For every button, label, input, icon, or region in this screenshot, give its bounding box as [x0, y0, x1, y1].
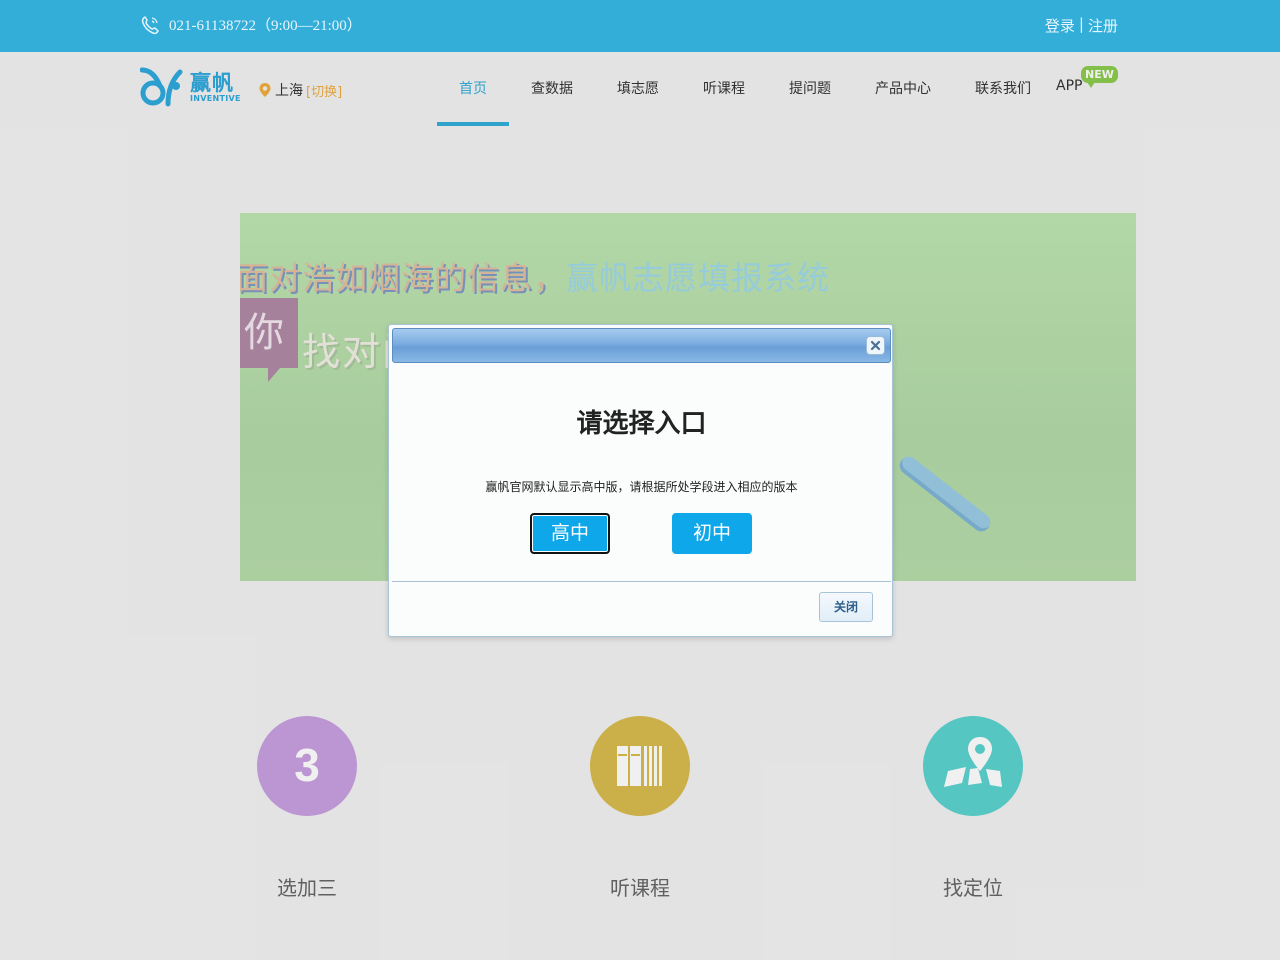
auth-links: 登录 | 注册	[1045, 15, 1118, 36]
nav-item-contact[interactable]: 联系我们	[953, 52, 1053, 126]
login-link[interactable]: 登录	[1045, 15, 1075, 36]
nav-item-home[interactable]: 首页	[437, 52, 509, 126]
high-school-button[interactable]: 高中	[530, 513, 610, 554]
site-logo[interactable]: 赢帆 INVENTIVE	[140, 66, 241, 108]
banner-headline-part1: 面对浩如烟海的信息，	[240, 259, 567, 297]
feature-label: 选加三	[277, 876, 337, 900]
nav-item-courses[interactable]: 听课程	[681, 52, 767, 126]
middle-school-button[interactable]: 初中	[672, 513, 752, 554]
svg-text:3: 3	[294, 739, 320, 791]
phone-icon	[141, 15, 159, 34]
location-pin-icon	[259, 83, 271, 97]
feature-row: 3 选加三 听课程 找定位	[0, 700, 1280, 920]
nav-item-questions[interactable]: 提问题	[767, 52, 853, 126]
nav-item-volunteer[interactable]: 填志愿	[595, 52, 681, 126]
top-bar: 021-61138722（9:00—21:00） 登录 | 注册	[0, 0, 1280, 52]
feature-select-subjects[interactable]: 3 选加三	[207, 716, 407, 901]
dialog-message: 赢帆官网默认显示高中版，请根据所处学段进入相应的版本	[485, 480, 798, 494]
dialog-title: 请选择入口	[576, 409, 707, 439]
map-pin-icon	[923, 716, 1023, 816]
number-3-icon: 3	[257, 716, 357, 816]
nav-item-app[interactable]: APP NEW	[1053, 52, 1123, 126]
feature-positioning[interactable]: 找定位	[873, 716, 1073, 901]
logo-name-en: INVENTIVE	[190, 94, 241, 103]
register-link[interactable]: 注册	[1088, 15, 1118, 36]
main-navbar: 赢帆 INVENTIVE 上海 [切换] 首页 查数据 填志愿 听课程 提问题 …	[0, 52, 1280, 126]
city-name: 上海	[275, 83, 303, 99]
dialog-divider	[392, 581, 891, 582]
banner-speech-bubble: 你	[240, 298, 298, 382]
entry-select-dialog: 请选择入口 赢帆官网默认显示高中版，请根据所处学段进入相应的版本 高中 初中 关…	[388, 324, 893, 637]
auth-separator: |	[1078, 15, 1084, 33]
banner-headline: 面对浩如烟海的信息，赢帆志愿填报系统	[240, 253, 830, 299]
city-selector: 上海 [切换]	[258, 80, 342, 100]
books-icon	[590, 716, 690, 816]
dialog-close-icon[interactable]	[866, 336, 885, 355]
nav-item-data[interactable]: 查数据	[509, 52, 595, 126]
feature-label: 找定位	[943, 876, 1003, 900]
logo-mark-icon	[140, 67, 183, 107]
city-switch-link[interactable]: [切换]	[306, 81, 342, 100]
nav-menu: 首页 查数据 填志愿 听课程 提问题 产品中心 联系我们 APP NEW	[437, 52, 1123, 126]
dialog-close-button[interactable]: 关闭	[819, 592, 873, 622]
contact-phone: 021-61138722（9:00—21:00）	[140, 14, 362, 35]
nav-item-products[interactable]: 产品中心	[853, 52, 953, 126]
feature-courses[interactable]: 听课程	[540, 716, 740, 901]
banner-pencil-graphic	[896, 453, 994, 535]
dialog-titlebar[interactable]	[392, 328, 891, 363]
feature-label: 听课程	[610, 876, 670, 900]
new-badge: NEW	[1081, 66, 1118, 88]
banner-headline-part2: 赢帆志愿填报系统	[566, 259, 831, 297]
phone-number: 021-61138722（9:00—21:00）	[169, 18, 362, 34]
logo-name-cn: 赢帆	[190, 71, 234, 95]
